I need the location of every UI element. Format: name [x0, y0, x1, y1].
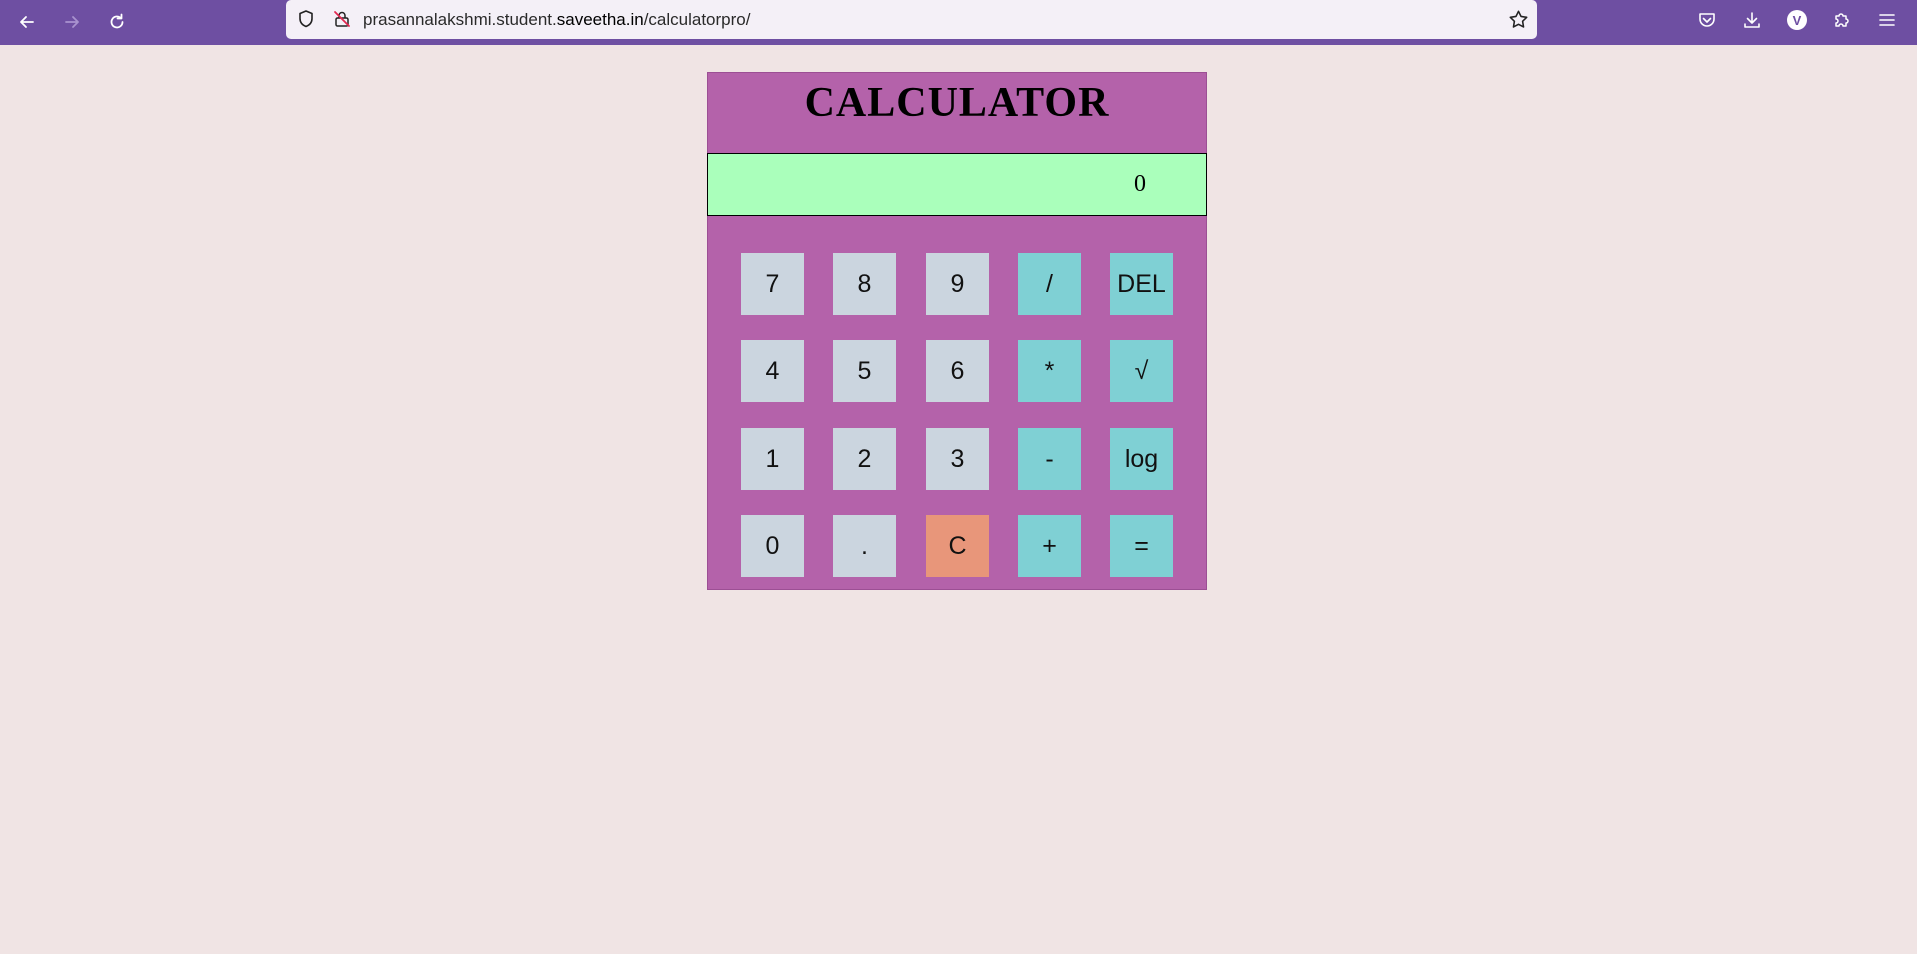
- back-arrow-icon: [20, 16, 34, 28]
- key-digit-7[interactable]: 7: [741, 253, 804, 315]
- account-button[interactable]: V: [1785, 8, 1809, 32]
- downloads-button[interactable]: [1740, 8, 1764, 32]
- key-digit-4[interactable]: 4: [741, 340, 804, 402]
- bookmark-star-icon[interactable]: [1508, 9, 1529, 30]
- key-sqrt[interactable]: √: [1110, 340, 1173, 402]
- url-prefix: prasannalakshmi.student.: [363, 10, 557, 29]
- pocket-icon: [1699, 13, 1715, 27]
- reload-icon: [110, 13, 124, 29]
- key-digit-3[interactable]: 3: [926, 428, 989, 490]
- shield-icon[interactable]: [296, 9, 316, 29]
- reload-button[interactable]: [101, 6, 133, 38]
- calculator-display: 0: [707, 153, 1207, 216]
- calculator: CALCULATOR 0 7 8 9 / DEL 4 5 6 * √ 1 2 3- log 0. C + =: [707, 72, 1207, 590]
- avatar: V: [1787, 10, 1807, 30]
- download-icon: [1744, 12, 1760, 28]
- key-equals[interactable]: =: [1110, 515, 1173, 577]
- forward-arrow-icon: [65, 16, 79, 28]
- key-minus[interactable]: -: [1018, 428, 1081, 490]
- key-log[interactable]: log: [1110, 428, 1173, 490]
- url-text[interactable]: prasannalakshmi.student.saveetha.in/calc…: [363, 10, 750, 30]
- forward-button[interactable]: [56, 6, 88, 38]
- puzzle-piece-icon: [1835, 13, 1849, 27]
- url-path: /calculatorpro/: [643, 10, 751, 29]
- key-digit-0[interactable]: 0: [741, 515, 804, 577]
- extensions-button[interactable]: [1830, 8, 1854, 32]
- key-digit-2[interactable]: 2: [833, 428, 896, 490]
- key-digit-5[interactable]: 5: [833, 340, 896, 402]
- key-digit-1[interactable]: 1: [741, 428, 804, 490]
- key-clear[interactable]: C: [926, 515, 989, 577]
- key-digit-9[interactable]: 9: [926, 253, 989, 315]
- hamburger-menu-icon: [1879, 14, 1895, 26]
- key-digit-8[interactable]: 8: [833, 253, 896, 315]
- key-digit-6[interactable]: 6: [926, 340, 989, 402]
- menu-button[interactable]: [1875, 8, 1899, 32]
- key-divide[interactable]: /: [1018, 253, 1081, 315]
- calculator-title: CALCULATOR: [804, 80, 1110, 126]
- key-plus[interactable]: +: [1018, 515, 1081, 577]
- pocket-button[interactable]: [1695, 8, 1719, 32]
- insecure-lock-icon[interactable]: [332, 9, 352, 29]
- url-domain: saveetha.in: [556, 10, 644, 29]
- browser-toolbar: prasannalakshmi.student.saveetha.in/calc…: [0, 0, 1917, 45]
- address-bar[interactable]: prasannalakshmi.student.saveetha.in/calc…: [286, 0, 1537, 39]
- key-multiply[interactable]: *: [1018, 340, 1081, 402]
- key-delete[interactable]: DEL: [1110, 253, 1173, 315]
- back-button[interactable]: [11, 6, 43, 38]
- key-decimal[interactable]: .: [833, 515, 896, 577]
